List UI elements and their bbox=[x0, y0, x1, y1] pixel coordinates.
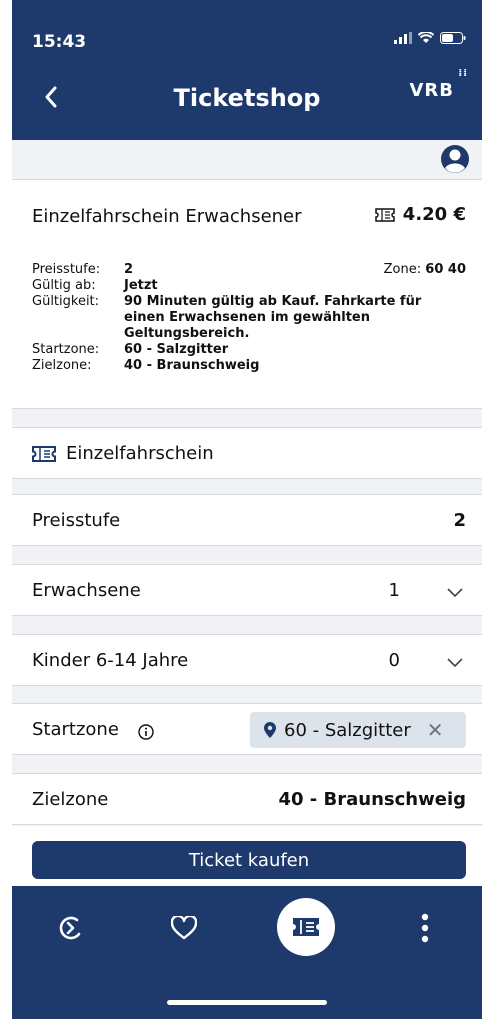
tab-favorites[interactable] bbox=[164, 908, 204, 948]
detail-key: Preisstufe: bbox=[32, 262, 101, 277]
battery-icon bbox=[440, 32, 466, 44]
route-icon bbox=[59, 916, 81, 940]
erwachsene-row[interactable]: Erwachsene 1 bbox=[12, 564, 482, 616]
logo-text: VRB bbox=[409, 80, 454, 101]
logo-dots: ⁞⁞ bbox=[458, 68, 468, 79]
chevron-down-icon[interactable] bbox=[446, 653, 464, 671]
map-pin-icon bbox=[264, 722, 276, 738]
startzone-chip-label: 60 - Salzgitter bbox=[284, 719, 411, 741]
detail-value: 90 Minuten gültig ab Kauf. Fahrkarte für… bbox=[124, 294, 422, 341]
close-icon[interactable]: ✕ bbox=[427, 718, 444, 742]
ticket-details: Preisstufe: 2 Gültig ab: Jetzt Gültigkei… bbox=[32, 262, 452, 374]
tab-tickets[interactable] bbox=[277, 898, 335, 956]
startzone-label: Startzone bbox=[32, 719, 119, 740]
tab-bar bbox=[12, 886, 482, 1019]
detail-row: Startzone: 60 - Salzgitter bbox=[32, 342, 452, 358]
more-vertical-icon bbox=[421, 913, 429, 943]
chevron-down-icon[interactable] bbox=[446, 583, 464, 601]
app-screen: 15:43 Ticketshop VRB ⁞⁞ Einzelfahrschein… bbox=[12, 0, 482, 1019]
detail-row: Gültigkeit: 90 Minuten gültig ab Kauf. F… bbox=[32, 294, 452, 342]
status-time: 15:43 bbox=[32, 32, 87, 52]
detail-key: Zielzone: bbox=[32, 358, 92, 373]
detail-key: Startzone: bbox=[32, 342, 100, 357]
tab-more[interactable] bbox=[405, 908, 445, 948]
detail-key: Gültigkeit: bbox=[32, 294, 100, 309]
kinder-label: Kinder 6-14 Jahre bbox=[32, 650, 189, 671]
wifi-icon bbox=[418, 32, 434, 43]
header: 15:43 Ticketshop VRB ⁞⁞ bbox=[12, 0, 482, 140]
ticket-summary: Einzelfahrschein Erwachsener 4.20 € Prei… bbox=[12, 180, 482, 409]
vrb-logo: VRB ⁞⁞ bbox=[409, 69, 467, 102]
erwachsene-label: Erwachsene bbox=[32, 580, 141, 601]
erwachsene-count: 1 bbox=[388, 580, 400, 601]
signal-icon bbox=[394, 32, 412, 44]
detail-value: 40 - Braunschweig bbox=[124, 358, 260, 373]
price-value: 4.20 € bbox=[402, 204, 466, 225]
detail-row: Zielzone: 40 - Braunschweig bbox=[32, 358, 452, 374]
zone-label: Zone: bbox=[383, 262, 422, 277]
zone-value: 60 40 bbox=[425, 262, 466, 277]
preisstufe-label: Preisstufe bbox=[32, 510, 121, 531]
detail-key: Gültig ab: bbox=[32, 278, 96, 293]
ticket-type-row[interactable]: Einzelfahrschein bbox=[12, 427, 482, 479]
buy-ticket-button[interactable]: Ticket kaufen bbox=[32, 841, 466, 879]
ticket-icon bbox=[375, 207, 395, 222]
user-bar bbox=[12, 140, 482, 180]
detail-value: Jetzt bbox=[124, 278, 158, 293]
ticket-icon bbox=[32, 446, 56, 462]
status-icons bbox=[394, 32, 466, 44]
preisstufe-row: Preisstufe 2 bbox=[12, 494, 482, 546]
zone-info: Zone: 60 40 bbox=[384, 262, 466, 277]
heart-icon bbox=[171, 916, 197, 940]
startzone-chip[interactable]: 60 - Salzgitter ✕ bbox=[250, 712, 466, 748]
user-circle-icon[interactable] bbox=[440, 144, 470, 174]
info-icon[interactable] bbox=[138, 724, 154, 740]
ticket-type-label: Einzelfahrschein bbox=[66, 443, 214, 464]
preisstufe-value: 2 bbox=[453, 510, 466, 531]
tab-route[interactable] bbox=[51, 908, 91, 948]
ticket-title: Einzelfahrschein Erwachsener bbox=[32, 206, 302, 227]
kinder-row[interactable]: Kinder 6-14 Jahre 0 bbox=[12, 634, 482, 686]
detail-value: 60 - Salzgitter bbox=[124, 342, 229, 357]
startzone-row: Startzone 60 - Salzgitter ✕ bbox=[12, 703, 482, 755]
detail-row: Gültig ab: Jetzt bbox=[32, 278, 452, 294]
zielzone-value: 40 - Braunschweig bbox=[278, 789, 466, 810]
detail-value: 2 bbox=[124, 262, 134, 277]
ticket-icon bbox=[293, 918, 319, 936]
ticket-price: 4.20 € bbox=[375, 204, 466, 225]
home-indicator bbox=[167, 1000, 327, 1005]
zielzone-label: Zielzone bbox=[32, 789, 109, 810]
kinder-count: 0 bbox=[388, 650, 400, 671]
zielzone-row: Zielzone 40 - Braunschweig bbox=[12, 773, 482, 825]
